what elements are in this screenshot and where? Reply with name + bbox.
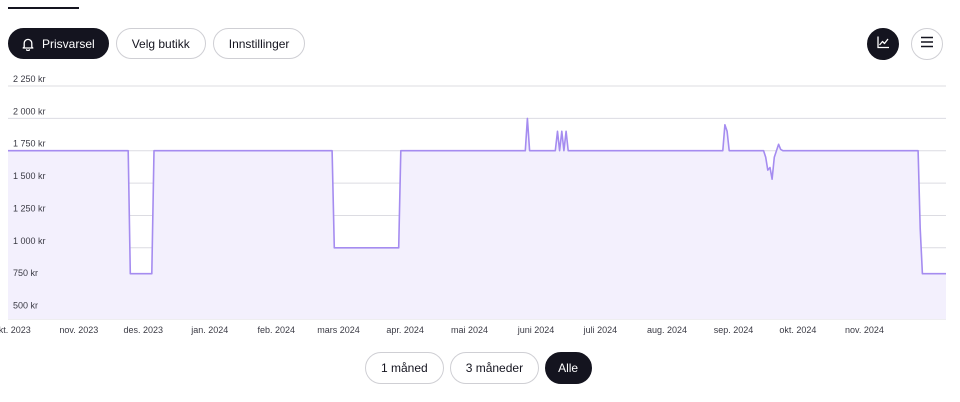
- y-tick-label: 500 kr: [13, 301, 38, 311]
- x-tick-label: nov. 2024: [845, 325, 884, 335]
- price-alert-label: Prisvarsel: [42, 36, 95, 51]
- x-tick-label: sep. 2024: [714, 325, 754, 335]
- price-area: [8, 118, 946, 320]
- range-3-months-label: 3 måneder: [465, 361, 524, 375]
- chart-icon: [876, 35, 890, 54]
- y-tick-label: 1 250 kr: [13, 203, 46, 213]
- x-tick-label: apr. 2024: [386, 325, 424, 335]
- x-tick-label: okt. 2024: [779, 325, 816, 335]
- price-alert-button[interactable]: Prisvarsel: [8, 28, 109, 59]
- range-1-month-label: 1 måned: [381, 361, 428, 375]
- menu-icon: [920, 35, 934, 53]
- list-view-button[interactable]: [911, 28, 943, 60]
- settings-label: Innstillinger: [228, 36, 290, 51]
- x-tick-label: juni 2024: [517, 325, 555, 335]
- x-tick-label: nov. 2023: [59, 325, 98, 335]
- y-tick-label: 1 750 kr: [13, 139, 46, 149]
- range-selector: 1 måned 3 måneder Alle: [365, 352, 593, 384]
- settings-button[interactable]: Innstillinger: [212, 28, 306, 59]
- x-tick-label: feb. 2024: [258, 325, 296, 335]
- y-tick-label: 1 000 kr: [13, 236, 46, 246]
- x-tick-label: juli 2024: [583, 325, 618, 335]
- choose-store-button[interactable]: Velg butikk: [115, 28, 206, 59]
- y-tick-label: 750 kr: [13, 268, 38, 278]
- x-tick-label: mai 2024: [451, 325, 488, 335]
- chart-view-button[interactable]: [867, 28, 899, 60]
- range-1-month-button[interactable]: 1 måned: [365, 352, 444, 384]
- bell-icon: [21, 37, 35, 51]
- x-tick-label: okt. 2023: [0, 325, 31, 335]
- x-tick-label: jan. 2024: [190, 325, 228, 335]
- choose-store-label: Velg butikk: [131, 36, 190, 51]
- y-tick-label: 2 250 kr: [13, 74, 46, 84]
- x-tick-label: des. 2023: [123, 325, 163, 335]
- x-tick-label: mars 2024: [317, 325, 360, 335]
- range-3-months-button[interactable]: 3 måneder: [449, 352, 540, 384]
- x-tick-label: aug. 2024: [647, 325, 687, 335]
- y-tick-label: 1 500 kr: [13, 171, 46, 181]
- price-history-chart: 2 250 kr 2 000 kr 1 750 kr 1 500 kr 1 250 kr…: [0, 74, 946, 335]
- y-tick-label: 2 000 kr: [13, 106, 46, 116]
- active-tab-underline: [8, 7, 79, 9]
- range-all-button[interactable]: Alle: [545, 352, 593, 384]
- range-all-label: Alle: [558, 361, 579, 375]
- chart-toolbar: Prisvarsel Velg butikk Innstillinger: [8, 28, 306, 59]
